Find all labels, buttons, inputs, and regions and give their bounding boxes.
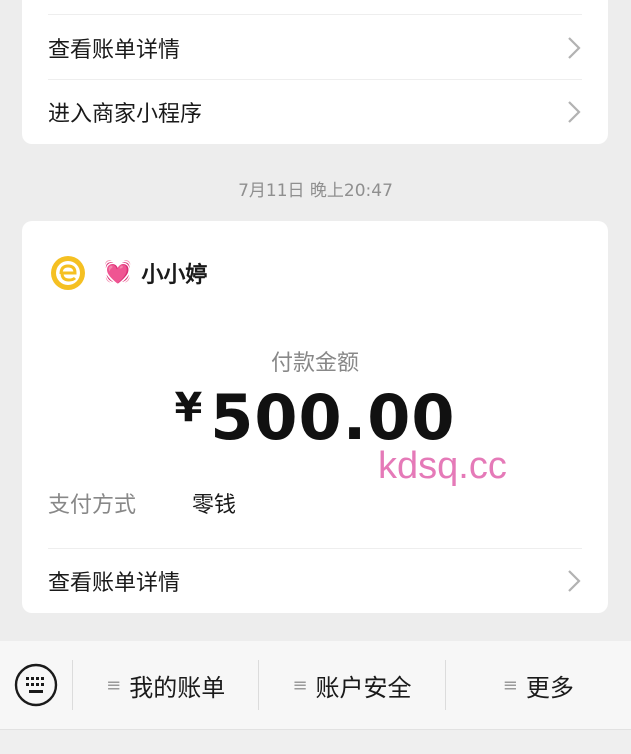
- enter-mini-program-label: 进入商家小程序: [48, 102, 203, 127]
- menu-more[interactable]: ≡ 更多: [446, 641, 631, 729]
- merchant-logo-icon: [51, 256, 85, 290]
- merchant-name: 小小婷: [141, 263, 208, 288]
- payment-amount: ¥500.00: [22, 381, 608, 454]
- menu-list-icon: ≡: [292, 674, 308, 696]
- menu-label: 更多: [525, 673, 574, 702]
- menu-my-bills[interactable]: ≡ 我的账单: [73, 641, 258, 729]
- watermark-text: kdsq.cc: [378, 445, 507, 487]
- view-bill-details-row[interactable]: 查看账单详情: [48, 16, 582, 80]
- divider: [48, 14, 582, 15]
- keyboard-toggle-button[interactable]: [0, 641, 72, 729]
- chevron-right-icon: [568, 37, 581, 59]
- chevron-right-icon: [568, 101, 581, 123]
- view-bill-details-label: 查看账单详情: [48, 571, 181, 596]
- payment-method-label: 支付方式: [48, 493, 137, 518]
- enter-mini-program-row[interactable]: 进入商家小程序: [48, 80, 582, 144]
- amount-value: 500.00: [210, 381, 456, 454]
- view-bill-details-label: 查看账单详情: [48, 38, 181, 63]
- view-bill-details-row[interactable]: 查看账单详情: [48, 549, 582, 613]
- chevron-right-icon: [568, 570, 581, 592]
- message-timestamp: 7月11日 晚上20:47: [238, 181, 393, 201]
- menu-account-security[interactable]: ≡ 账户安全: [259, 641, 444, 729]
- bottom-menu-bar: ≡ 我的账单 ≡ 账户安全 ≡ 更多: [0, 641, 631, 729]
- menu-list-icon: ≡: [502, 674, 518, 696]
- merchant-header: 💓 小小婷: [50, 255, 207, 291]
- payment-card[interactable]: 💓 小小婷 付款金额 ¥500.00 kdsq.cc 支付方式 零钱 查看账单详…: [22, 221, 608, 613]
- payment-method-value: 零钱: [192, 493, 237, 518]
- bottom-safe-area: [0, 729, 631, 754]
- menu-list-icon: ≡: [106, 674, 122, 696]
- currency-symbol: ¥: [174, 385, 203, 431]
- heart-icon: 💓: [104, 260, 132, 285]
- previous-payment-card: 查看账单详情 进入商家小程序: [22, 0, 608, 144]
- menu-label: 我的账单: [129, 673, 226, 702]
- menu-label: 账户安全: [315, 673, 412, 702]
- keyboard-icon: [14, 663, 58, 707]
- amount-label: 付款金额: [270, 351, 359, 376]
